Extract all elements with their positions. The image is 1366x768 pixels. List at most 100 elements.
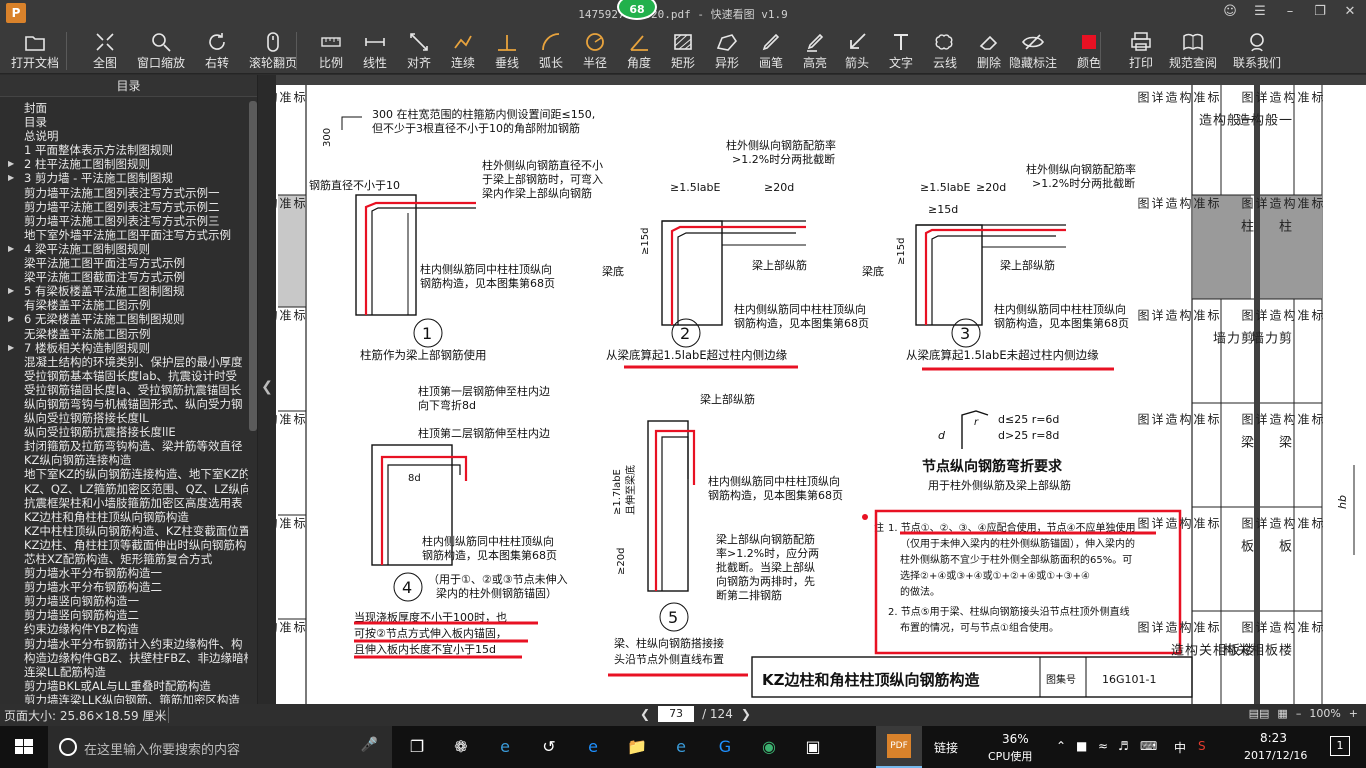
toc-item[interactable]: 纵向受拉钢筋搭接长度lL <box>0 411 248 425</box>
keyboard-icon[interactable]: ⌨ <box>1140 739 1157 753</box>
toc-item[interactable]: 无梁楼盖平法施工图示例 <box>0 327 248 341</box>
toolbar-button-13[interactable]: 矩形 <box>658 30 708 72</box>
toc-item[interactable]: 连梁LL配筋构造 <box>0 665 248 679</box>
collapse-sidebar-icon[interactable]: ❮ <box>260 375 274 399</box>
toolbar-button-7[interactable]: 对齐 <box>394 30 444 72</box>
toc-item[interactable]: 抗震框架柱和小墙肢箍筋加密区高度选用表 <box>0 496 248 510</box>
toc-item[interactable]: 梁平法施工图平面注写方式示例 <box>0 256 248 270</box>
ie-browser-2-icon[interactable]: e <box>664 730 698 764</box>
single-page-view-icon[interactable]: ▤▤ <box>1249 707 1270 720</box>
toc-item[interactable]: 纵向钢筋弯钩与机械锚固形式、纵向受力钢 <box>0 397 248 411</box>
toc-item[interactable]: KZ中柱柱顶纵向钢筋构造、KZ柱变截面位置 <box>0 524 248 538</box>
toc-item[interactable]: KZ边柱和角柱柱顶纵向钢筋构造 <box>0 510 248 524</box>
toc-item[interactable]: 受拉钢筋基本锚固长度lab、抗震设计时受 <box>0 369 248 383</box>
side-tab-label[interactable]: 标准构造详图 <box>276 91 306 103</box>
side-tab-label[interactable]: 柱 <box>1226 219 1253 232</box>
maximize-icon[interactable]: ❐ <box>1312 4 1328 20</box>
toc-item[interactable]: 纵向受拉钢筋抗震搭接长度llE <box>0 425 248 439</box>
edge-browser-icon[interactable]: e <box>576 730 610 764</box>
side-tab-label[interactable]: 剪力墙 <box>1248 331 1291 344</box>
side-tab-label[interactable]: 一般构造 <box>1234 113 1291 126</box>
side-tab-label[interactable]: 标准构造详图 <box>276 621 306 633</box>
side-tab-label[interactable]: 梁 <box>1264 435 1291 448</box>
toc-item[interactable]: 芯柱XZ配筋构造、矩形箍筋复合方式 <box>0 552 248 566</box>
zoom-out-icon[interactable]: – <box>1296 707 1302 720</box>
side-tab-label[interactable]: 标准构造详图 <box>1136 621 1220 633</box>
side-tab-label[interactable]: 标准构造详图 <box>1136 197 1220 209</box>
app-swirl-icon[interactable]: ↺ <box>532 730 566 764</box>
side-tab-label[interactable]: 柱 <box>1264 219 1291 232</box>
toolbar-button-21[interactable]: 隐藏标注 <box>1008 30 1058 72</box>
toc-item[interactable]: KZ、QZ、LZ箍筋加密区范围、QZ、LZ纵向钢 <box>0 482 248 496</box>
toolbar-button-9[interactable]: 垂线 <box>482 30 532 72</box>
app-g-icon[interactable]: G <box>708 730 742 764</box>
toolbar-button-20[interactable]: 删除 <box>964 30 1014 72</box>
toolbar-button-15[interactable]: 画笔 <box>746 30 796 72</box>
next-page-icon[interactable]: ❯ <box>741 707 751 721</box>
active-app-pdf-viewer[interactable]: PDF <box>876 726 922 768</box>
app-pinwheel-icon[interactable]: ❁ <box>444 730 478 764</box>
link-label[interactable]: 链接 <box>934 739 958 756</box>
side-tab-label[interactable]: 板 <box>1226 539 1253 552</box>
toolbar-button-23[interactable]: 打印 <box>1116 30 1166 72</box>
user-icon[interactable]: ☺ <box>1222 4 1238 20</box>
toc-item[interactable]: 梁平法施工图截面注写方式示例 <box>0 270 248 284</box>
toc-item[interactable]: 剪力墙水平分布钢筋构造一 <box>0 566 248 580</box>
toc-item[interactable]: 剪力墙竖向钢筋构造二 <box>0 608 248 622</box>
toolbar-button-14[interactable]: 异形 <box>702 30 752 72</box>
side-tab-label[interactable]: 标准构造详图 <box>276 413 306 425</box>
toolbar-button-1[interactable]: 全图 <box>80 30 130 72</box>
app-green-icon[interactable]: ◉ <box>752 730 786 764</box>
side-tab-label[interactable]: 标准构造详图 <box>1136 517 1220 529</box>
tray-expand-icon[interactable]: ⌃ <box>1056 739 1066 753</box>
side-tab-label[interactable]: 标准构造详图 <box>1240 197 1324 209</box>
toolbar-button-19[interactable]: 云线 <box>920 30 970 72</box>
toc-item[interactable]: 封闭箍筋及拉筋弯钩构造、梁并筋等效直径 <box>0 439 248 453</box>
side-tab-label[interactable]: 标准构造详图 <box>276 197 306 209</box>
toolbar-button-22[interactable]: 颜色 <box>1064 30 1114 72</box>
toolbar-button-25[interactable]: 联系我们 <box>1232 30 1282 72</box>
side-tab-label[interactable]: 标准构造详图 <box>1240 413 1324 425</box>
toc-item[interactable]: 构造边缘构件GBZ、扶壁柱FBZ、非边缘暗柱 <box>0 651 248 665</box>
side-tab-label[interactable]: 楼板相关构 <box>1220 643 1291 656</box>
toc-item[interactable]: 4 梁平法施工图制图规则 <box>0 242 248 256</box>
side-tab-label[interactable]: 标准构造详图 <box>1240 91 1324 103</box>
page-number-input[interactable]: 73 <box>658 706 695 722</box>
side-tab-label[interactable]: 标准构造详图 <box>1136 309 1220 321</box>
toc-item[interactable]: 剪力墙水平分布钢筋构造二 <box>0 580 248 594</box>
menu-icon[interactable]: ☰ <box>1252 4 1268 20</box>
toc-item[interactable]: 6 无梁楼盖平法施工图制图规则 <box>0 312 248 326</box>
side-tab-label[interactable]: 标准构造详图 <box>276 517 306 529</box>
toolbar-button-17[interactable]: 箭头 <box>832 30 882 72</box>
toolbar-button-0[interactable]: 打开文档 <box>10 30 60 72</box>
side-tab-label[interactable]: 板 <box>1264 539 1291 552</box>
clock-time[interactable]: 8:23 <box>1260 731 1287 745</box>
toc-item[interactable]: 受拉钢筋锚固长度la、受拉钢筋抗震锚固长 <box>0 383 248 397</box>
task-view-icon[interactable]: ❐ <box>400 730 434 764</box>
toc-item[interactable]: 2 柱平法施工图制图规则 <box>0 157 248 171</box>
ime-indicator[interactable]: 中 <box>1174 739 1186 756</box>
toc-item[interactable]: 剪力墙平法施工图列表注写方式示例一 <box>0 186 248 200</box>
toc-item[interactable]: 剪力墙连梁LLK纵向钢筋、箍筋加密区构造 <box>0 693 248 704</box>
toc-item[interactable]: 剪力墙BKL或AL与LL重叠时配筋构造 <box>0 679 248 693</box>
zoom-in-icon[interactable]: + <box>1349 707 1358 720</box>
side-tab-label[interactable]: 标准构造详图 <box>1240 309 1324 321</box>
toc-item[interactable]: 目录 <box>0 115 248 129</box>
toc-item[interactable]: 封面 <box>0 101 248 115</box>
toolbar-button-2[interactable]: 窗口缩放 <box>136 30 186 72</box>
toolbar-button-3[interactable]: 右转 <box>192 30 242 72</box>
toc-item[interactable]: KZ边柱、角柱柱顶等截面伸出时纵向钢筋构 <box>0 538 248 552</box>
volume-icon[interactable]: ♬ <box>1118 739 1129 753</box>
file-explorer-icon[interactable]: 📁 <box>620 730 654 764</box>
toc-item[interactable]: 3 剪力墙 - 平法施工图制图规 <box>0 171 248 185</box>
toolbar-button-11[interactable]: 半径 <box>570 30 620 72</box>
toc-item[interactable]: 总说明 <box>0 129 248 143</box>
toc-item[interactable]: 5 有梁板楼盖平法施工图制图规 <box>0 284 248 298</box>
toolbar-button-12[interactable]: 角度 <box>614 30 664 72</box>
network-icon[interactable]: ■ <box>1076 739 1087 753</box>
app-photo-icon[interactable]: ▣ <box>796 730 830 764</box>
notification-center-icon[interactable]: 1 <box>1330 736 1350 756</box>
toc-item[interactable]: 剪力墙竖向钢筋构造一 <box>0 594 248 608</box>
close-icon[interactable]: ✕ <box>1342 4 1358 20</box>
toc-item[interactable]: 混凝土结构的环境类别、保护层的最小厚度 <box>0 355 248 369</box>
